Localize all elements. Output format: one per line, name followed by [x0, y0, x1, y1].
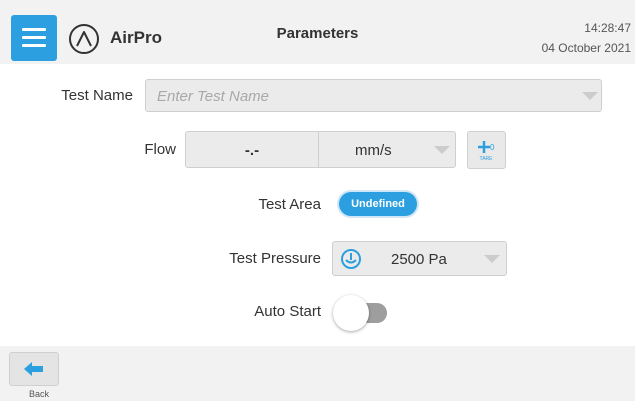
back-button[interactable] — [9, 352, 59, 386]
app-header: AirPro Parameters 14:28:47 04 October 20… — [0, 0, 635, 64]
auto-start-toggle[interactable] — [333, 295, 387, 331]
flow-label: Flow — [144, 141, 176, 158]
tare-icon: 0 TARE — [478, 141, 495, 162]
chevron-down-icon — [434, 146, 450, 154]
pressure-gauge-icon — [341, 249, 361, 269]
flow-unit-select[interactable]: mm/s — [318, 131, 456, 168]
clock-time: 14:28:47 — [584, 21, 631, 35]
tare-label: TARE — [480, 156, 494, 162]
tare-value: 0 — [490, 143, 495, 152]
test-pressure-select[interactable]: 2500 Pa — [332, 241, 507, 276]
back-arrow-icon — [24, 362, 43, 376]
test-pressure-label: Test Pressure — [229, 250, 321, 267]
menu-icon-bar — [22, 44, 46, 47]
flow-unit-value: mm/s — [355, 142, 392, 159]
test-name-label: Test Name — [61, 87, 133, 104]
chevron-down-icon — [582, 92, 598, 100]
test-name-field[interactable]: Enter Test Name — [145, 79, 602, 112]
clock: 14:28:47 04 October 2021 — [542, 18, 631, 58]
footer-bar — [0, 346, 635, 401]
back-label: Back — [29, 389, 50, 399]
flow-value-display: -.- — [185, 131, 319, 168]
tare-button[interactable]: 0 TARE — [467, 131, 506, 169]
toggle-knob — [333, 295, 369, 331]
test-area-badge[interactable]: Undefined — [339, 192, 417, 216]
page-title: Parameters — [276, 25, 359, 42]
auto-start-label: Auto Start — [254, 303, 321, 320]
flow-value: -.- — [244, 142, 260, 159]
test-name-placeholder: Enter Test Name — [157, 88, 269, 105]
test-pressure-value: 2500 Pa — [391, 251, 447, 268]
chevron-down-icon — [484, 255, 500, 263]
test-area-label: Test Area — [258, 196, 321, 213]
clock-date: 04 October 2021 — [541, 41, 631, 55]
